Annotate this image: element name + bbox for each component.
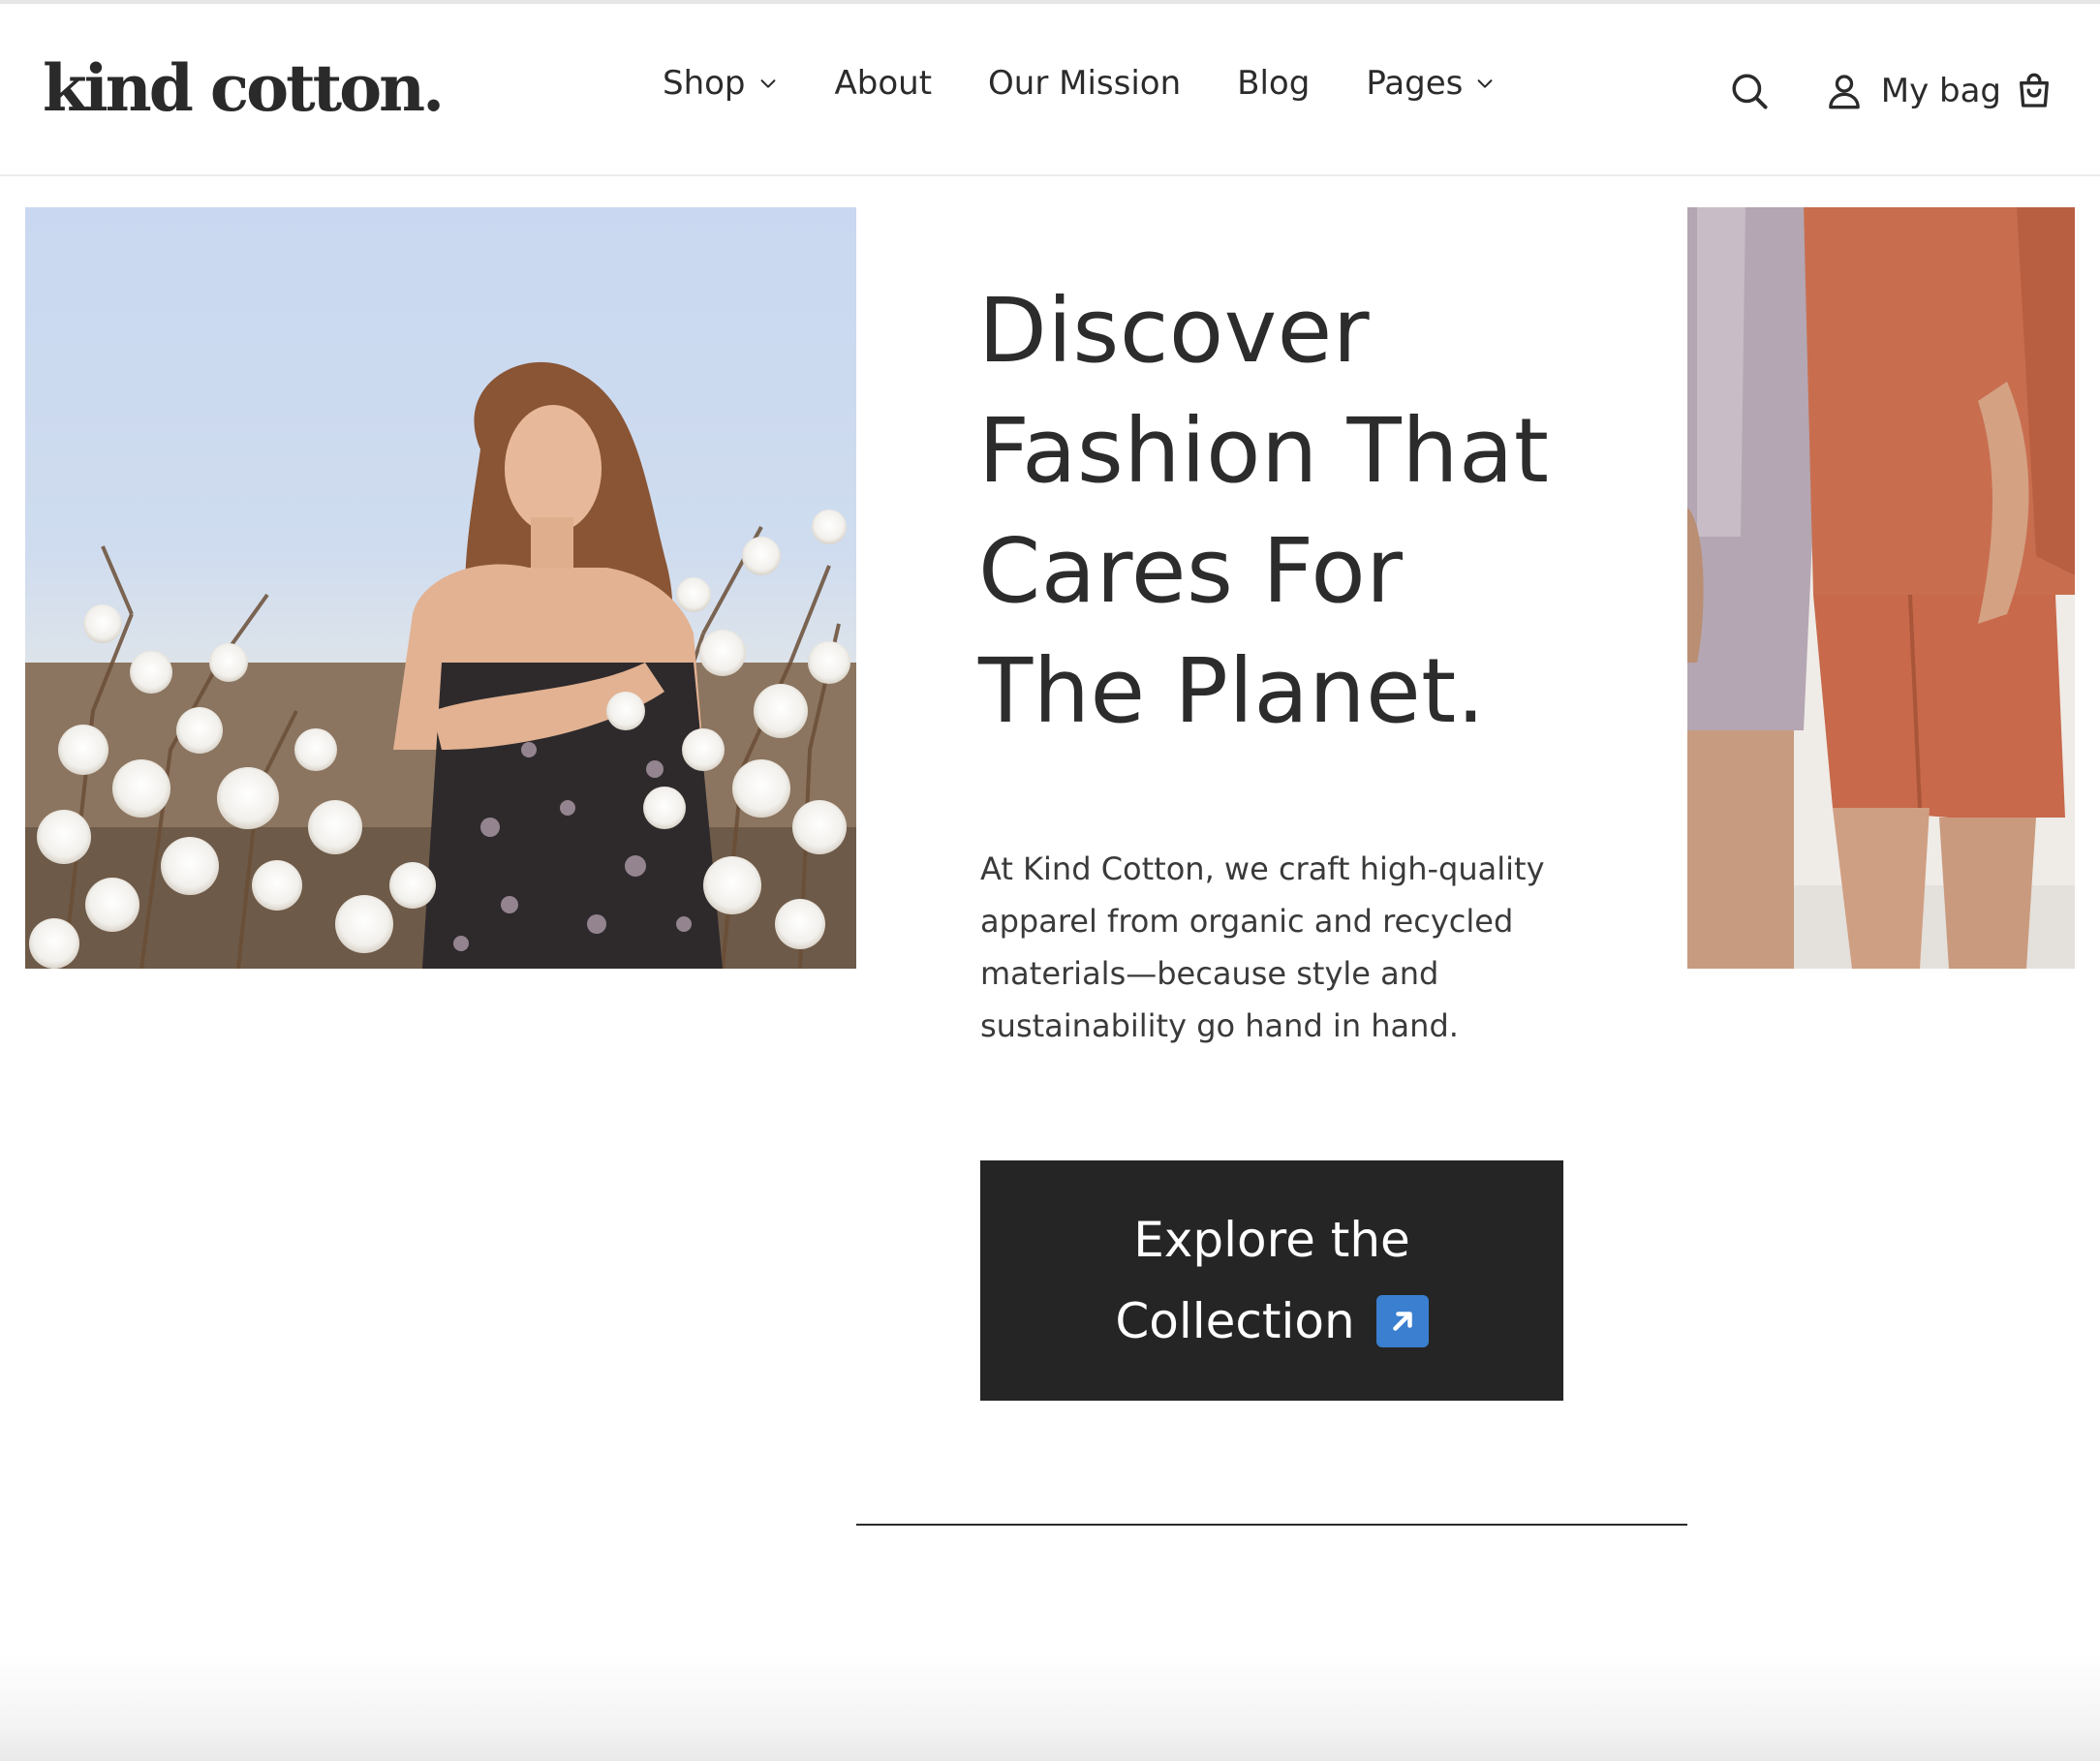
up-right-arrow-icon (1375, 1295, 1429, 1347)
nav-item-label: Our Mission (988, 64, 1182, 103)
brand-logo[interactable]: kind cotton. (43, 50, 445, 126)
account-button[interactable] (1821, 68, 1868, 114)
search-icon (1732, 74, 1768, 109)
nav-item-label: Shop (663, 64, 746, 103)
bag-label[interactable]: My bag (1881, 72, 2001, 110)
main-nav: Shop About Our Mission Blog Pages (663, 64, 1496, 103)
nav-item-our-mission[interactable]: Our Mission (988, 64, 1181, 103)
search-button[interactable] (1726, 68, 1773, 114)
models-illustration (1687, 207, 2075, 969)
hero-title: Discover Fashion That Cares For The Plan… (978, 279, 1550, 743)
nav-item-about[interactable]: About (835, 64, 933, 103)
cotton-field-illustration (25, 361, 856, 969)
nav-item-label: About (834, 64, 933, 103)
hero-image-cotton-field (25, 207, 856, 969)
nav-item-blog[interactable]: Blog (1237, 64, 1310, 103)
nav-item-label: Blog (1237, 64, 1311, 103)
nav-item-shop[interactable]: Shop (663, 64, 779, 103)
shopping-bag-icon (2020, 73, 2049, 108)
hero-image-models (1687, 207, 2075, 969)
user-icon (1828, 75, 1860, 109)
page: kind cotton. Shop About Our Mission Blog… (0, 0, 2100, 1761)
hero-description: At Kind Cotton, we craft high-quality ap… (980, 850, 1545, 1044)
nav-item-label: Pages (1366, 64, 1464, 103)
chevron-down-icon (1477, 79, 1493, 88)
header-actions: My bag (1726, 68, 2057, 114)
cta-line-2: Collection (1115, 1293, 1355, 1349)
bag-button[interactable] (2011, 68, 2057, 114)
site-header: kind cotton. Shop About Our Mission Blog… (0, 4, 2100, 176)
chevron-down-icon (760, 79, 775, 88)
explore-collection-button[interactable]: Explore the Collection (980, 1160, 1563, 1401)
bottom-shadow (0, 1654, 2100, 1761)
cta-line-2-wrap: Collection (1115, 1281, 1429, 1362)
nav-item-pages[interactable]: Pages (1366, 64, 1496, 103)
section-divider (856, 1524, 1687, 1526)
cta-line-1: Explore the (1133, 1212, 1410, 1268)
